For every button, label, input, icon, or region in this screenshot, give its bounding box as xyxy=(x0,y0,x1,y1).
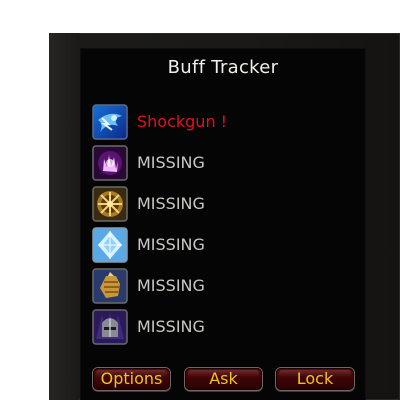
purple-paw-buff-icon[interactable] xyxy=(92,145,128,181)
ask-button[interactable]: Ask xyxy=(185,368,262,390)
buff-status-text: MISSING xyxy=(137,194,205,213)
buff-status-text: MISSING xyxy=(137,317,205,336)
panel-title: Buff Tracker xyxy=(167,57,279,78)
buff-tracker-panel xyxy=(81,49,365,400)
buff-status-text: Shockgun ! xyxy=(137,112,228,131)
golden-fist-buff-icon[interactable] xyxy=(92,268,128,304)
frame-border xyxy=(49,33,79,400)
ice-crystal-buff-icon[interactable] xyxy=(92,227,128,263)
golden-sigil-buff-icon[interactable] xyxy=(92,186,128,222)
buff-row-shockgun[interactable]: Shockgun ! xyxy=(92,104,352,140)
buff-row-2[interactable]: MISSING xyxy=(92,145,352,181)
buff-status-text: MISSING xyxy=(137,276,205,295)
buff-row-5[interactable]: MISSING xyxy=(92,268,352,304)
buff-row-3[interactable]: MISSING xyxy=(92,186,352,222)
lock-button[interactable]: Lock xyxy=(276,368,354,390)
buff-row-4[interactable]: MISSING xyxy=(92,227,352,263)
buff-row-6[interactable]: MISSING xyxy=(92,309,352,345)
options-button[interactable]: Options xyxy=(93,368,170,390)
knight-helm-buff-icon[interactable] xyxy=(92,309,128,345)
buff-status-text: MISSING xyxy=(137,153,205,172)
shockgun-buff-icon[interactable] xyxy=(92,104,128,140)
buff-status-text: MISSING xyxy=(137,235,205,254)
